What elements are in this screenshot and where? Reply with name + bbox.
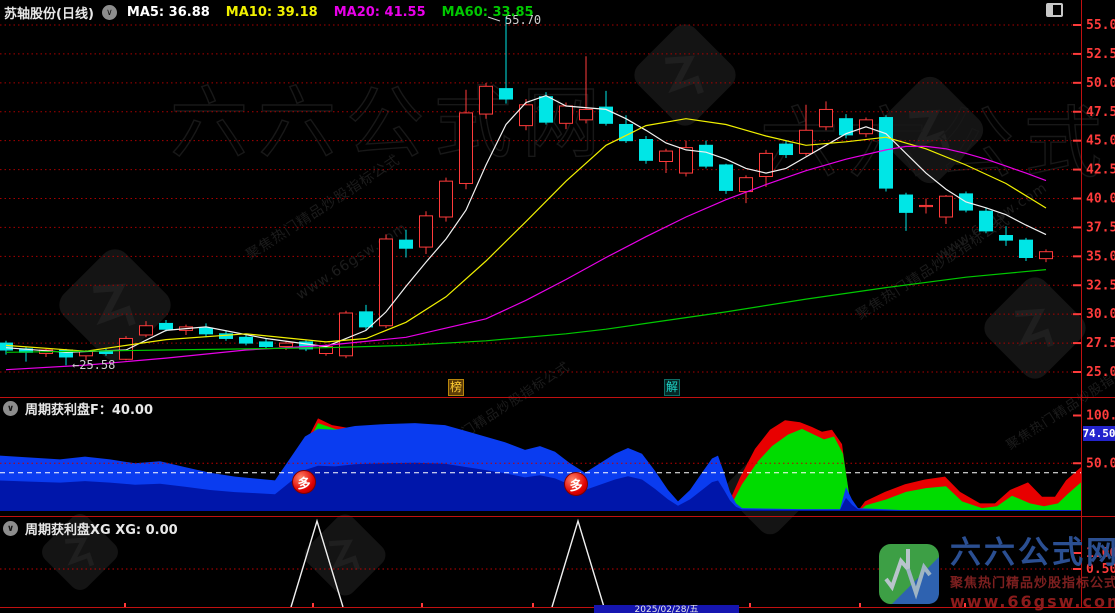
price-axis-label: 27.50 (1086, 336, 1115, 351)
bull-signal-badge: 多 (564, 472, 588, 496)
candle-body (360, 312, 373, 327)
candle-body (700, 145, 713, 166)
watermark-diamond-shape (53, 243, 177, 367)
candle-body (500, 89, 513, 99)
watermark-diamond-icon (628, 18, 741, 131)
watermark-layer: 六六公式网六六公式网聚焦热门精品炒股指标公式www.66gsw.comwww.6… (38, 18, 1115, 600)
ma-value: MA20: 41.55 (334, 5, 426, 20)
candle-body (740, 178, 753, 192)
indicator-panel-title: ∨ 周期获利盘F：40.00 (3, 399, 153, 418)
indicator-axis-label: 100.0 (1086, 409, 1115, 424)
candle-body (660, 151, 673, 161)
candle-body (720, 165, 733, 190)
watermark-diamond-shape (978, 271, 1091, 384)
candle-body (460, 113, 473, 184)
stock-chart-window: 六六公式网六六公式网聚焦热门精品炒股指标公式www.66gsw.comwww.6… (0, 0, 1115, 613)
ma-value: MA10: 39.18 (226, 5, 318, 20)
chevron-down-icon[interactable]: ∨ (3, 401, 18, 416)
watermark-diamond-shape (628, 18, 741, 131)
price-axis-label: 55.00 (1086, 18, 1115, 33)
brand-logo-icon (878, 543, 940, 605)
candle-body (640, 140, 653, 161)
candle-body (1000, 236, 1013, 241)
candle-body (680, 148, 693, 173)
candle-body (420, 216, 433, 247)
bull-signal-badge: 多 (292, 470, 316, 494)
chevron-down-icon[interactable]: ∨ (3, 521, 18, 536)
brand-watermark: 六六公式网 聚焦热门精品炒股指标公式 www.66gsw.com (878, 537, 1115, 611)
current-value-badge: 74.50 (1083, 426, 1115, 441)
candle-body (340, 313, 353, 356)
signal-label: 周期获利盘XG XG: 0.00 (25, 519, 178, 538)
candle-body (200, 328, 213, 334)
candle-body (980, 211, 993, 231)
price-axis-label: 37.50 (1086, 220, 1115, 235)
price-axis-label: 30.00 (1086, 307, 1115, 322)
indicator-axis-label: 50.00 (1086, 456, 1115, 471)
price-axis-label: 42.50 (1086, 163, 1115, 178)
candle-body (140, 326, 153, 335)
watermark-diamond-shape (300, 510, 391, 601)
candle-body (820, 109, 833, 126)
price-axis-label: 35.00 (1086, 249, 1115, 264)
price-axis-label: 45.00 (1086, 134, 1115, 149)
candle-body (900, 195, 913, 212)
chart-tag-badge[interactable]: 榜 (448, 379, 464, 396)
brand-url: www.66gsw.com (950, 592, 1115, 611)
candle-body (480, 86, 493, 114)
candle-body (940, 196, 953, 217)
candle-body (120, 338, 133, 359)
candle-body (400, 240, 413, 248)
candle-body (260, 342, 273, 347)
chart-header: 苏轴股份(日线) ∨ MA5: 36.88 MA10: 39.18 MA20: 41… (4, 3, 550, 22)
chevron-down-icon[interactable]: ∨ (102, 5, 117, 20)
indicator-label: 周期获利盘F：40.00 (25, 399, 153, 418)
candle-body (0, 343, 13, 350)
signal-panel-title: ∨ 周期获利盘XG XG: 0.00 (3, 519, 178, 538)
price-axis-label: 47.50 (1086, 105, 1115, 120)
candle-body (920, 205, 933, 206)
candle-body (280, 343, 293, 346)
price-axis-label: 32.50 (1086, 278, 1115, 293)
candle-body (540, 97, 553, 122)
candle-body (380, 239, 393, 326)
candle-body (880, 118, 893, 189)
ma-values: MA5: 36.88 MA10: 39.18 MA20: 41.55 MA60: 33… (127, 5, 550, 20)
price-annotation: ←25.58 (72, 358, 115, 372)
price-axis-label: 40.00 (1086, 192, 1115, 207)
ma-value: MA60: 33.85 (442, 5, 534, 20)
brand-tagline: 聚焦热门精品炒股指标公式 (950, 572, 1115, 591)
candle-body (440, 181, 453, 217)
ma-value: MA5: 36.88 (127, 5, 210, 20)
candle-body (240, 337, 253, 343)
brand-name: 六六公式网 (950, 537, 1115, 570)
candle-body (1040, 252, 1053, 259)
candle-body (560, 106, 573, 123)
panel-layout-icon[interactable] (1046, 3, 1063, 17)
price-axis-label: 25.00 (1086, 365, 1115, 380)
watermark-diamond-icon (978, 271, 1091, 384)
indicator-areas (0, 418, 1081, 511)
candle-body (1020, 240, 1033, 257)
candle-body (800, 130, 813, 153)
date-label: 2025/02/28/五 (594, 605, 739, 613)
price-axis-label: 52.50 (1086, 47, 1115, 62)
chart-tag-badge[interactable]: 解 (664, 379, 680, 396)
signal-triangle (552, 521, 604, 607)
panel-layout-icon-fill (1048, 5, 1053, 15)
brand-text: 六六公式网 聚焦热门精品炒股指标公式 www.66gsw.com (950, 537, 1115, 611)
watermark-diamond-icon (300, 510, 391, 601)
price-axis-label: 50.00 (1086, 76, 1115, 91)
watermark-text: 六六公式网 (760, 99, 1115, 189)
candle-body (160, 323, 173, 329)
candle-body (580, 109, 593, 119)
candle-body (780, 144, 793, 154)
stock-title: 苏轴股份(日线) (4, 3, 94, 22)
watermark-diamond-icon (53, 243, 177, 367)
